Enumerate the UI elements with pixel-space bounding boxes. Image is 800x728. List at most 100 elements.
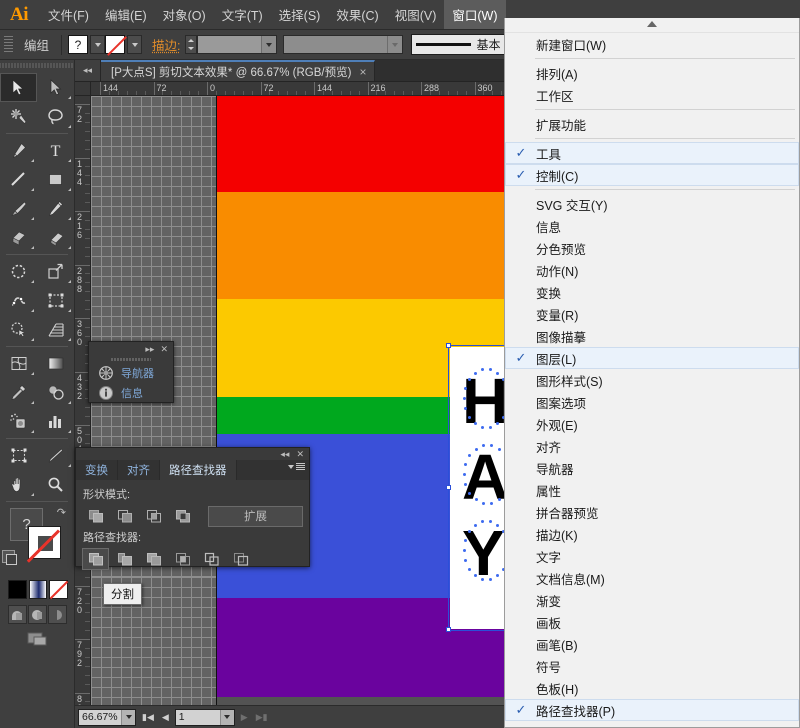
menu-item-图像描摹[interactable]: 图像描摹 — [505, 325, 799, 347]
rotate-tool[interactable] — [0, 257, 37, 286]
artboard-tool[interactable] — [0, 441, 37, 470]
menu-item-拼合器预览[interactable]: 拼合器预览 — [505, 501, 799, 523]
line-segment-tool[interactable] — [0, 165, 37, 194]
free-transform-tool[interactable] — [37, 286, 74, 315]
menu-item-色板H[interactable]: 色板(H) — [505, 677, 799, 699]
blend-tool[interactable] — [37, 378, 74, 407]
color-swatch-button[interactable] — [8, 580, 27, 599]
menu-effect[interactable]: 效果(C) — [328, 0, 386, 29]
menu-item-文档信息M[interactable]: 文档信息(M) — [505, 567, 799, 589]
divide-button[interactable] — [82, 548, 109, 570]
trim-button[interactable] — [111, 548, 138, 570]
close-icon[interactable]: ✕ — [160, 344, 168, 355]
zoom-tool[interactable] — [37, 470, 74, 499]
next-page-icon[interactable]: ▶ — [239, 712, 250, 723]
menu-type[interactable]: 文字(T) — [214, 0, 271, 29]
menu-item-工作区[interactable]: 工作区 — [505, 84, 799, 106]
document-tab[interactable]: [P大点S] 剪切文本效果* @ 66.67% (RGB/预览) × — [101, 60, 375, 81]
stripe-orange[interactable] — [216, 192, 519, 299]
menu-select[interactable]: 选择(S) — [271, 0, 329, 29]
collapsed-panel-dock[interactable]: ▸▸ ✕ 导航器 信息 — [88, 341, 174, 403]
minus-front-button[interactable] — [111, 505, 138, 527]
first-page-icon[interactable]: ▮◀ — [140, 712, 156, 723]
change-screen-mode-icon[interactable] — [0, 624, 74, 648]
lasso-tool[interactable] — [37, 102, 74, 131]
stroke-weight-field[interactable] — [197, 35, 277, 54]
menu-item-扩展功能[interactable]: 扩展功能 — [505, 113, 799, 135]
chevron-down-icon[interactable] — [261, 36, 276, 53]
close-icon[interactable]: ✕ — [296, 449, 304, 460]
stroke-profile-dropdown[interactable]: 基本 — [411, 34, 506, 55]
menu-item-导航器[interactable]: 导航器 — [505, 457, 799, 479]
menu-item-图案选项[interactable]: 图案选项 — [505, 391, 799, 413]
tab-pathfinder[interactable]: 路径查找器 — [160, 460, 237, 480]
symbol-sprayer-tool[interactable] — [0, 407, 37, 436]
menu-item-渐变[interactable]: 渐变 — [505, 589, 799, 611]
menu-item-属性[interactable]: 属性 — [505, 479, 799, 501]
blob-brush-tool[interactable] — [0, 223, 37, 252]
stroke-color-swatch[interactable] — [105, 35, 125, 54]
paintbrush-tool[interactable] — [0, 194, 37, 223]
width-tool[interactable] — [0, 286, 37, 315]
mesh-tool[interactable] — [0, 349, 37, 378]
merge-button[interactable] — [140, 548, 167, 570]
full-screen-mode-button[interactable] — [48, 605, 67, 624]
menu-item-文字[interactable]: 文字 — [505, 545, 799, 567]
eraser-tool[interactable] — [37, 223, 74, 252]
menu-item-分色预览[interactable]: 分色预览 — [505, 237, 799, 259]
stroke-weight-stepper[interactable] — [185, 35, 197, 54]
expand-panels-icon[interactable]: ▸▸ — [145, 344, 154, 355]
menu-file[interactable]: 文件(F) — [40, 0, 97, 29]
chevron-down-icon[interactable] — [220, 710, 234, 725]
pathfinder-panel[interactable]: ◂◂ ✕ 变换 对齐 路径查找器 形状模式: — [75, 447, 310, 567]
window-menu-dropdown[interactable]: 新建窗口(W)排列(A)工作区扩展功能✓工具✓控制(C)SVG 交互(Y)信息分… — [504, 18, 800, 728]
menu-edit[interactable]: 编辑(E) — [97, 0, 155, 29]
hand-tool[interactable] — [0, 470, 37, 499]
stroke-dropdown-arrow-icon[interactable] — [127, 35, 142, 54]
menu-item-变量R[interactable]: 变量(R) — [505, 303, 799, 325]
type-tool[interactable]: T — [37, 136, 74, 165]
menu-item-描边K[interactable]: 描边(K) — [505, 523, 799, 545]
menu-item-排列A[interactable]: 排列(A) — [505, 62, 799, 84]
menu-scroll-up-button[interactable] — [505, 18, 799, 33]
menu-item-画板[interactable]: 画板 — [505, 611, 799, 633]
menu-item-新建窗口W[interactable]: 新建窗口(W) — [505, 33, 799, 55]
gradient-swatch-button[interactable] — [29, 580, 48, 599]
menu-item-控制C[interactable]: ✓控制(C) — [505, 164, 799, 186]
menu-item-路径查找器P[interactable]: ✓路径查找器(P) — [505, 699, 799, 721]
chevron-down-icon[interactable] — [387, 36, 402, 53]
control-bar-grip[interactable] — [4, 36, 13, 54]
minus-back-button[interactable] — [227, 548, 254, 570]
none-swatch-button[interactable] — [49, 580, 68, 599]
menu-item-信息[interactable]: 信息 — [505, 215, 799, 237]
prev-page-icon[interactable]: ◀ — [160, 712, 171, 723]
stroke-weight-label[interactable]: 描边: — [152, 35, 180, 54]
tab-align[interactable]: 对齐 — [118, 460, 160, 480]
menu-item-工具[interactable]: ✓工具 — [505, 142, 799, 164]
tools-panel-grip[interactable] — [0, 60, 74, 71]
expand-button[interactable]: 扩展 — [208, 506, 303, 527]
panel-button-navigator[interactable]: 导航器 — [89, 363, 173, 383]
crop-button[interactable] — [169, 548, 196, 570]
panel-collapse-button[interactable]: ◂◂ — [75, 60, 101, 81]
panel-menu-button[interactable] — [288, 463, 305, 471]
eyedropper-tool[interactable] — [0, 378, 37, 407]
page-number-field[interactable]: 1 — [175, 709, 235, 726]
tab-transform[interactable]: 变换 — [76, 460, 118, 480]
shape-builder-tool[interactable] — [0, 315, 37, 344]
full-screen-menu-mode-button[interactable] — [28, 605, 47, 624]
close-icon[interactable]: × — [359, 65, 366, 79]
menu-window[interactable]: 窗口(W) — [444, 0, 505, 29]
collapse-icon[interactable]: ◂◂ — [280, 449, 289, 460]
menu-view[interactable]: 视图(V) — [387, 0, 445, 29]
menu-item-画笔B[interactable]: 画笔(B) — [505, 633, 799, 655]
minidock-grip[interactable] — [111, 356, 151, 363]
column-graph-tool[interactable] — [37, 407, 74, 436]
fill-dropdown-arrow-icon[interactable] — [90, 35, 105, 54]
scale-tool[interactable] — [37, 257, 74, 286]
last-page-icon[interactable]: ▶▮ — [254, 712, 270, 723]
normal-screen-mode-button[interactable] — [8, 605, 27, 624]
zoom-level-field[interactable]: 66.67% — [78, 709, 136, 726]
pencil-tool[interactable] — [37, 194, 74, 223]
menu-item-图形样式S[interactable]: 图形样式(S) — [505, 369, 799, 391]
